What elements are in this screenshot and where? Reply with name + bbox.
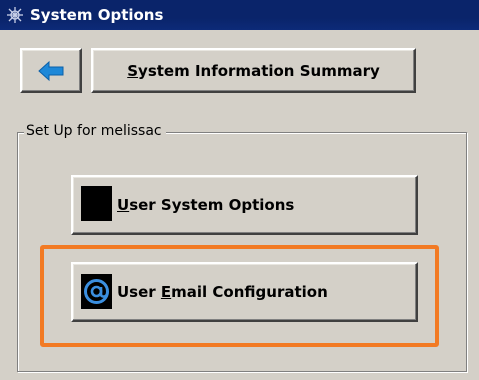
system-options-window: System Options System Information Summar…	[0, 0, 479, 380]
user-email-configuration-label: User Email Configuration	[117, 283, 328, 301]
system-information-summary-button[interactable]: System Information Summary	[91, 48, 416, 93]
setup-groupbox	[17, 132, 467, 372]
at-sign-email-icon	[81, 274, 112, 309]
user-system-options-label: User System Options	[117, 196, 295, 214]
app-icon	[6, 6, 24, 24]
back-button[interactable]	[20, 48, 82, 93]
title-bar[interactable]: System Options	[0, 0, 479, 30]
groupbox-label: Set Up for melissac	[24, 121, 166, 141]
black-square-icon	[81, 186, 112, 221]
user-email-configuration-button[interactable]: User Email Configuration	[71, 262, 418, 322]
user-system-options-button[interactable]: User System Options	[71, 175, 418, 235]
window-title: System Options	[30, 6, 164, 24]
back-arrow-icon	[38, 60, 64, 82]
system-information-summary-label: System Information Summary	[127, 62, 380, 80]
